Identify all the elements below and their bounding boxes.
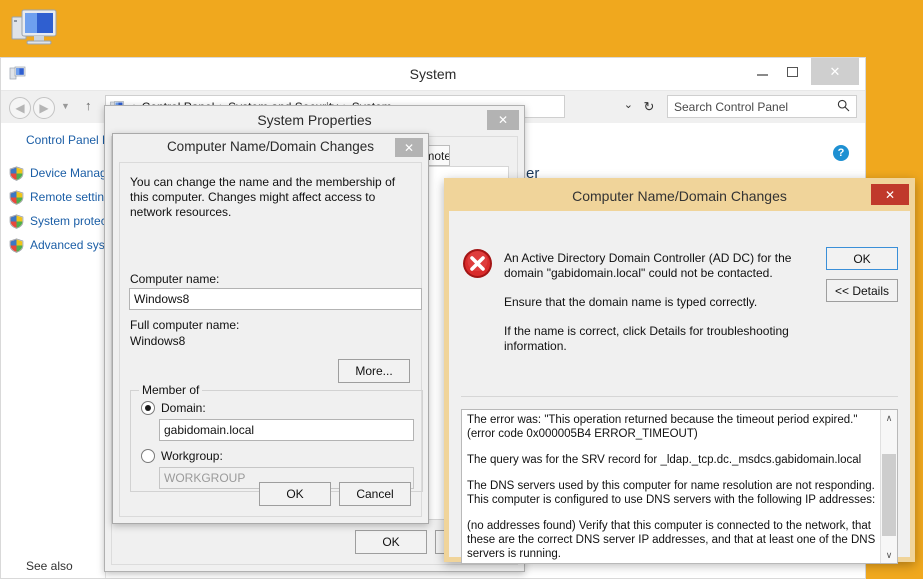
sidebar-item-advanced-system-settings[interactable]: Advanced system settings [1,233,105,257]
back-button[interactable]: ◀ [9,97,31,119]
ok-button[interactable]: OK [259,482,331,506]
computer-name-dialog-title: Computer Name/Domain Changes [166,139,375,154]
ok-button[interactable]: OK [355,530,427,554]
computer-name-dialog-buttons: OK Cancel [259,482,411,506]
close-icon[interactable]: ✕ [395,138,423,157]
scroll-down-icon[interactable]: ∨ [881,547,897,563]
error-dialog-body: An Active Directory Domain Controller (A… [449,211,910,564]
error-detail-paragraph-4: (no addresses found) Verify that this co… [467,520,876,560]
member-of-group: Member of Domain: gabidomain.local Workg… [130,383,423,492]
shield-icon [9,189,24,205]
sidebar-item-label: Advanced system settings [30,238,105,252]
more-button[interactable]: More... [338,359,410,383]
maximize-button[interactable] [777,58,807,85]
error-dialog: Computer Name/Domain Changes ✕ An Active… [444,178,915,564]
search-placeholder: Search Control Panel [674,99,789,114]
system-window-titlebar: System ✕ [1,58,865,91]
up-button[interactable]: ↑ [85,98,92,113]
sidebar-item-label: Remote settings [30,190,105,204]
system-properties-title: System Properties [257,112,372,128]
error-details-textarea[interactable]: The error was: "This operation returned … [461,409,898,564]
details-scrollbar[interactable]: ∧ ∨ [880,410,897,563]
help-icon[interactable]: ? [833,145,849,161]
error-message-line-1: An Active Directory Domain Controller (A… [504,251,792,280]
search-icon [837,99,850,115]
domain-input[interactable]: gabidomain.local [159,419,414,441]
error-detail-paragraph-2: The query was for the SRV record for _ld… [467,454,862,466]
chevron-down-icon[interactable]: ⌄ [624,98,633,111]
radio-workgroup-indicator [141,449,155,463]
close-icon[interactable]: ✕ [871,184,909,205]
sidebar-item-system-protection[interactable]: System protection [1,209,105,233]
forward-button[interactable]: ▶ [33,97,55,119]
error-message-line-2: Ensure that the domain name is typed cor… [504,295,758,309]
error-details-content: The error was: "This operation returned … [467,413,877,561]
close-icon[interactable]: ✕ [487,110,519,130]
error-message-line-3: If the name is correct, click Details fo… [504,324,789,353]
radio-domain-label: Domain: [161,401,206,415]
sidebar-item-device-manager[interactable]: Device Manager [1,161,105,185]
computer-name-input[interactable]: Windows8 [129,288,422,310]
computer-name-dialog-titlebar: Computer Name/Domain Changes ✕ [113,134,428,162]
sidebar-item-remote-settings[interactable]: Remote settings [1,185,105,209]
radio-domain[interactable]: Domain: [141,401,206,415]
see-also-label: See also [26,559,73,573]
shield-icon [9,213,24,229]
refresh-icon[interactable]: ↻ [638,96,660,117]
computer-name-label: Computer name: [130,272,220,286]
error-detail-paragraph-3: The DNS servers used by this computer fo… [467,480,876,506]
sidebar-item-control-panel-home[interactable]: Control Panel Home [1,133,134,147]
computer-icon[interactable] [6,4,64,54]
system-properties-titlebar: System Properties ✕ [105,106,524,136]
error-dialog-titlebar: Computer Name/Domain Changes ✕ [449,183,910,211]
close-button[interactable]: ✕ [811,58,859,85]
shield-icon [9,165,24,181]
error-detail-paragraph-1: The error was: "This operation returned … [467,414,858,440]
recent-locations-icon[interactable]: ▼ [61,101,70,111]
scrollbar-thumb[interactable] [882,454,896,536]
ok-button[interactable]: OK [826,247,898,270]
full-computer-name-value: Windows8 [130,334,186,348]
error-dialog-title: Computer Name/Domain Changes [572,188,787,204]
divider [461,396,898,397]
radio-workgroup[interactable]: Workgroup: [141,449,223,463]
radio-domain-indicator [141,401,155,415]
system-window-title: System [409,66,457,82]
search-input[interactable]: Search Control Panel [667,95,857,118]
sidebar-item-label: Device Manager [30,166,105,180]
details-button[interactable]: << Details [826,279,898,302]
shield-icon [9,237,24,253]
error-icon [462,248,493,279]
member-of-label: Member of [139,383,203,397]
computer-name-domain-changes-dialog: Computer Name/Domain Changes ✕ You can c… [112,133,429,524]
radio-workgroup-label: Workgroup: [161,449,223,463]
dialog-description: You can change the name and the membersh… [130,175,396,219]
sidebar-item-label: System protection [30,214,105,228]
scroll-up-icon[interactable]: ∧ [881,410,897,426]
full-computer-name-label: Full computer name: [130,318,240,332]
sidebar: Control Panel Home Device Manager [1,123,134,578]
cancel-button[interactable]: Cancel [339,482,411,506]
computer-name-dialog-body: You can change the name and the membersh… [119,162,423,517]
minimize-button[interactable] [747,58,777,85]
error-message-list: An Active Directory Domain Controller (A… [504,251,834,354]
